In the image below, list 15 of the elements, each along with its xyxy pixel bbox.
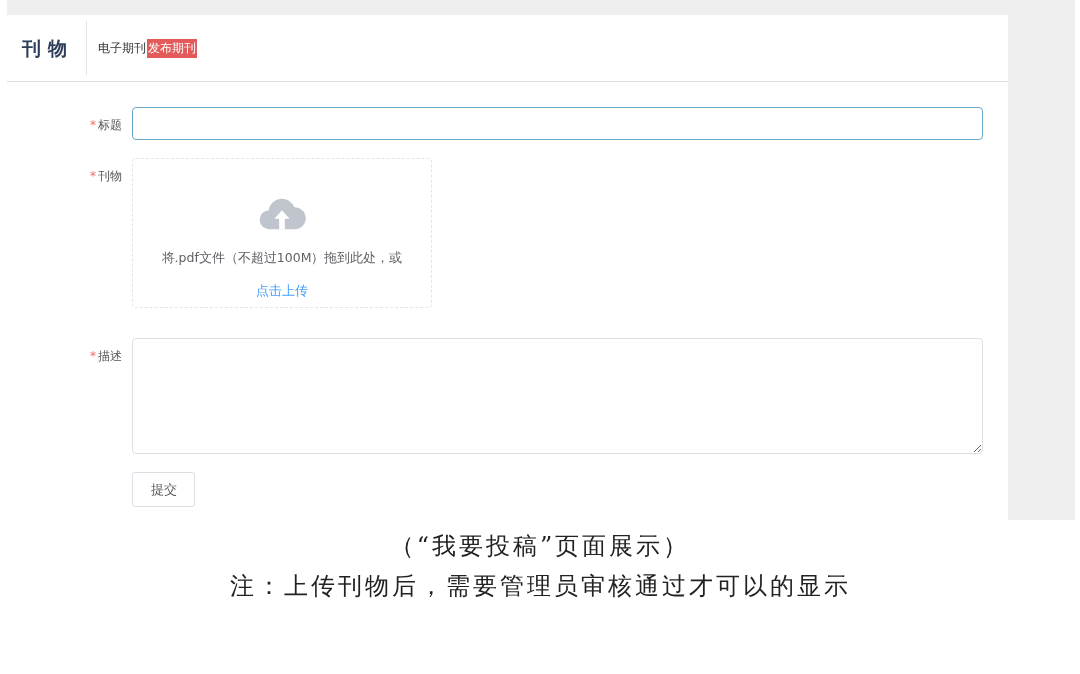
caption-text: 注：上传刊物后，需要管理员审核通过才可以的显示 bbox=[228, 571, 852, 602]
required-mark: * bbox=[90, 118, 96, 132]
title-input[interactable] bbox=[132, 107, 983, 140]
field-label: 标题 bbox=[98, 118, 122, 132]
breadcrumb-item[interactable]: 发布期刊 bbox=[147, 38, 197, 58]
submit-button[interactable]: 提交 bbox=[132, 472, 195, 507]
field-label: 描述 bbox=[98, 349, 122, 363]
required-mark: * bbox=[90, 349, 96, 363]
page-title: 刊 物 bbox=[7, 21, 87, 75]
upload-hint: 将.pdf文件（不超过100M）拖到此处，或 点击上传 bbox=[160, 249, 404, 300]
breadcrumb-item[interactable]: 电子期刊 bbox=[97, 38, 147, 58]
caption-text: （“我要投稿”页面展示） bbox=[388, 531, 692, 562]
field-label: 刊物 bbox=[98, 169, 122, 183]
required-mark: * bbox=[90, 169, 96, 183]
upload-area[interactable]: 将.pdf文件（不超过100M）拖到此处，或 点击上传 bbox=[132, 158, 432, 308]
